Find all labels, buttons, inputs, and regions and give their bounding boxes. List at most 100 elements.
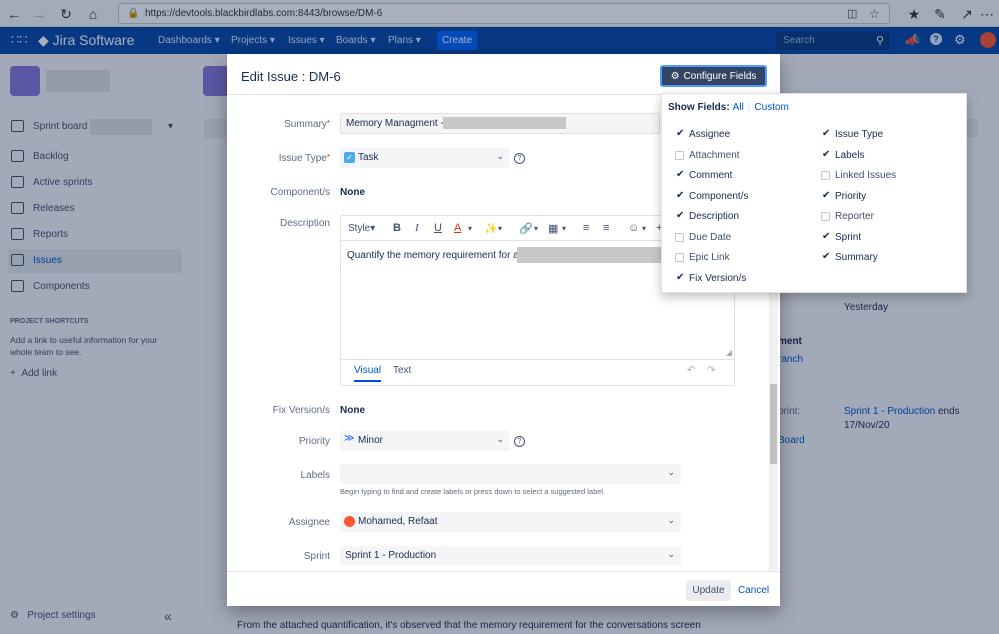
editor-mode-tabs: Visual Text ↶ ↷ (341, 359, 734, 385)
field-checkbox-attachment[interactable]: Attachment (675, 150, 740, 161)
chevron-down-icon: ⌄ (496, 434, 504, 444)
chevron-down-icon: ⌄ (667, 515, 675, 525)
field-checkbox-label: Fix Version/s (689, 272, 747, 284)
task-icon: ✓ (344, 152, 355, 163)
chevron-down-icon: ⌄ (496, 151, 504, 161)
checkbox-checked-icon (821, 190, 830, 201)
components-label: Component/s (270, 187, 330, 198)
field-checkbox-label: Priority (835, 190, 867, 202)
help-icon[interactable]: ? (514, 436, 525, 447)
link-icon[interactable]: 🔗 (519, 222, 533, 235)
checkbox-checked-icon (675, 169, 684, 180)
underline-icon[interactable]: U (434, 222, 442, 234)
checkbox-unchecked-icon (821, 171, 830, 180)
checkbox-checked-icon (675, 190, 684, 201)
issue-type-label: Issue Type* (278, 153, 330, 164)
issue-type-select[interactable]: ✓ Task ⌄ (340, 148, 510, 168)
assignee-label: Assignee (288, 517, 330, 528)
labels-label: Labels (300, 470, 330, 481)
tab-text[interactable]: Text (393, 365, 411, 376)
field-checkbox-description[interactable]: Description (675, 210, 740, 222)
text-color-icon[interactable]: A (454, 222, 461, 234)
bullet-list-icon[interactable]: ≡ (583, 222, 589, 234)
labels-hint: Begin typing to find and create labels o… (340, 487, 606, 496)
field-checkbox-due-date[interactable]: Due Date (675, 232, 731, 243)
show-fields-header: Show Fields: All | Custom (668, 102, 789, 113)
field-checkbox-label: Reporter (835, 211, 874, 222)
show-custom-link[interactable]: Custom (754, 102, 788, 113)
more-formatting-icon[interactable]: ✨ (484, 222, 498, 235)
field-checkbox-label: Summary (835, 252, 878, 263)
field-checkbox-sprint[interactable]: Sprint (821, 231, 862, 243)
description-redacted (517, 247, 667, 263)
field-checkbox-summary[interactable]: Summary (821, 251, 878, 263)
italic-icon[interactable]: I (415, 222, 419, 234)
cancel-button[interactable]: Cancel (738, 585, 769, 596)
field-checkbox-issue-type[interactable]: Issue Type (821, 128, 884, 140)
configure-fields-popup: Show Fields:All|Custom Assignee Attachmen… (661, 93, 967, 293)
show-all-link[interactable]: All (733, 102, 744, 113)
update-button[interactable]: Update (686, 580, 731, 601)
field-checkbox-label: Component/s (689, 190, 749, 202)
configure-fields-button[interactable]: ⚙ Configure Fields (660, 65, 767, 87)
field-checkbox-priority[interactable]: Priority (821, 190, 867, 202)
assignee-select[interactable]: Mohamed, Refaat ⌄ (340, 512, 681, 532)
field-checkbox-reporter[interactable]: Reporter (821, 211, 874, 222)
emoji-icon[interactable]: ☺ (628, 222, 639, 234)
assignee-avatar (344, 516, 355, 527)
field-checkbox-component-s[interactable]: Component/s (675, 190, 749, 202)
priority-select[interactable]: ≫ Minor ⌄ (340, 431, 510, 451)
sprint-label: Sprint (303, 551, 330, 562)
field-checkbox-label: Description (689, 211, 740, 222)
checkbox-checked-icon (821, 128, 830, 139)
components-value[interactable]: None (340, 187, 365, 198)
field-checkbox-comment[interactable]: Comment (675, 169, 733, 181)
redo-icon[interactable]: ↷ (707, 365, 715, 376)
labels-input[interactable]: ⌄ (340, 464, 681, 484)
help-icon[interactable]: ? (514, 153, 525, 164)
style-dropdown[interactable]: Style▾ (348, 223, 375, 234)
dialog-footer: Update Cancel (227, 571, 780, 606)
checkbox-unchecked-icon (675, 232, 684, 242)
field-checkbox-label: Labels (835, 149, 865, 161)
priority-minor-icon: ≫ (344, 433, 355, 444)
field-checkbox-epic-link[interactable]: Epic Link (675, 252, 730, 263)
checkbox-unchecked-icon (675, 150, 684, 160)
field-checkbox-label: Comment (689, 170, 733, 181)
field-checkbox-fix-version-s[interactable]: Fix Version/s (675, 272, 747, 284)
chevron-down-icon[interactable]: ▾ (562, 224, 566, 233)
summary-label: Summary* (284, 119, 330, 130)
tab-visual[interactable]: Visual (354, 365, 382, 382)
chevron-down-icon[interactable]: ▾ (468, 224, 472, 233)
priority-label: Priority (298, 436, 330, 447)
bold-icon[interactable]: B (393, 222, 401, 234)
field-checkbox-label: Sprint (835, 231, 862, 243)
scrollbar-thumb[interactable] (770, 384, 777, 464)
fix-version-value[interactable]: None (340, 405, 365, 416)
checkbox-checked-icon (821, 231, 830, 242)
field-checkbox-assignee[interactable]: Assignee (675, 128, 730, 140)
summary-redacted (443, 117, 566, 129)
chevron-down-icon[interactable]: ▾ (642, 224, 646, 233)
chevron-down-icon[interactable]: ▾ (498, 224, 502, 233)
field-checkbox-label: Attachment (689, 149, 740, 161)
dialog-title: Edit Issue : DM-6 (241, 69, 341, 84)
attachment-icon[interactable]: ▦ (548, 222, 558, 235)
checkbox-checked-icon (675, 210, 684, 221)
field-checkbox-label: Epic Link (689, 252, 730, 263)
sprint-select[interactable]: Sprint 1 - Production ⌄ (340, 546, 681, 566)
field-checkbox-linked-issues[interactable]: Linked Issues (821, 170, 896, 181)
field-checkbox-label: Issue Type (835, 129, 884, 140)
chevron-down-icon: ⌄ (667, 467, 675, 477)
field-checkbox-labels[interactable]: Labels (821, 149, 865, 161)
description-text: Quantify the memory requirement for a (347, 250, 519, 261)
resize-handle[interactable]: ◢ (726, 348, 732, 357)
checkbox-checked-icon (675, 128, 684, 139)
checkbox-checked-icon (821, 251, 830, 262)
undo-icon[interactable]: ↶ (687, 365, 695, 376)
checkbox-unchecked-icon (821, 212, 830, 221)
gear-icon: ⚙ (670, 70, 680, 82)
chevron-down-icon[interactable]: ▾ (534, 224, 538, 233)
numbered-list-icon[interactable]: ≡ (603, 222, 609, 234)
field-checkbox-label: Linked Issues (835, 170, 897, 181)
